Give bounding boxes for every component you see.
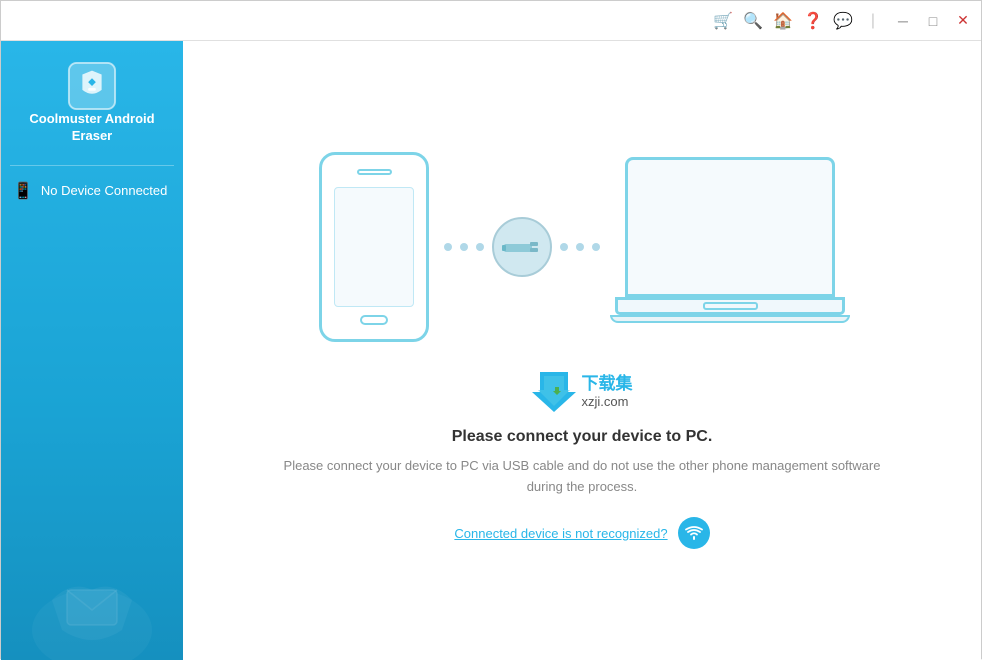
dot-2 xyxy=(460,243,468,251)
dot-4 xyxy=(560,243,568,251)
watermark-text: 下载集 xzji.com xyxy=(582,375,633,409)
laptop-touchpad xyxy=(703,302,758,310)
dot-5 xyxy=(576,243,584,251)
laptop-illustration xyxy=(615,157,845,337)
sidebar-decoration xyxy=(1,510,183,660)
maximize-button[interactable]: □ xyxy=(923,13,943,29)
recognition-link-area: Connected device is not recognized? xyxy=(272,517,892,549)
phone-home-button xyxy=(360,315,388,325)
watermark-line1: 下载集 xyxy=(582,375,633,394)
home-icon[interactable]: 🏠 xyxy=(773,11,793,31)
title-bar: 🛒 🔍 🏠 ❓ 💬 | ─ □ ✕ xyxy=(1,1,981,41)
sidebar-item-no-device[interactable]: 📱 No Device Connected xyxy=(1,171,183,211)
phone-body xyxy=(319,152,429,342)
separator: | xyxy=(863,12,883,30)
watermark-area: 下载集 xzji.com xyxy=(532,372,633,412)
close-button[interactable]: ✕ xyxy=(953,12,973,29)
sidebar-divider xyxy=(10,165,174,166)
app-title: Coolmuster Android Eraser xyxy=(11,111,173,145)
device-label: No Device Connected xyxy=(41,183,167,198)
help-icon[interactable]: ❓ xyxy=(803,11,823,31)
search-icon[interactable]: 🔍 xyxy=(743,11,763,31)
wifi-icon xyxy=(685,525,703,541)
wifi-button[interactable] xyxy=(678,517,710,549)
connector-area xyxy=(429,217,615,277)
minimize-button[interactable]: ─ xyxy=(893,13,913,29)
dot-6 xyxy=(592,243,600,251)
watermark-logo-icon xyxy=(532,372,576,412)
sidebar: Coolmuster Android Eraser 📱 No Device Co… xyxy=(1,41,183,660)
phone-illustration xyxy=(319,152,429,342)
title-bar-icons: 🛒 🔍 🏠 ❓ 💬 | ─ □ ✕ xyxy=(713,11,973,31)
sidebar-header: Coolmuster Android Eraser xyxy=(1,41,183,160)
main-content: 下载集 xzji.com Please connect your device … xyxy=(183,41,981,660)
laptop-screen xyxy=(625,157,835,297)
phone-screen xyxy=(334,187,414,307)
cart-icon[interactable]: 🛒 xyxy=(713,11,733,31)
usb-plug xyxy=(492,217,552,277)
phone-speaker xyxy=(357,169,392,175)
sub-instruction: Please connect your device to PC via USB… xyxy=(272,456,892,498)
device-icon: 📱 xyxy=(13,181,33,201)
laptop-feet xyxy=(610,315,850,323)
feedback-icon[interactable]: 💬 xyxy=(833,11,853,31)
app-logo xyxy=(67,61,117,111)
connection-illustration xyxy=(319,152,845,342)
recognition-link[interactable]: Connected device is not recognized? xyxy=(454,526,667,541)
main-instruction: Please connect your device to PC. xyxy=(272,428,892,446)
dot-3 xyxy=(476,243,484,251)
app-layout: Coolmuster Android Eraser 📱 No Device Co… xyxy=(1,41,981,660)
laptop-base xyxy=(615,297,845,315)
watermark-line2: xzji.com xyxy=(582,394,633,409)
dot-1 xyxy=(444,243,452,251)
content-text: Please connect your device to PC. Please… xyxy=(272,428,892,550)
